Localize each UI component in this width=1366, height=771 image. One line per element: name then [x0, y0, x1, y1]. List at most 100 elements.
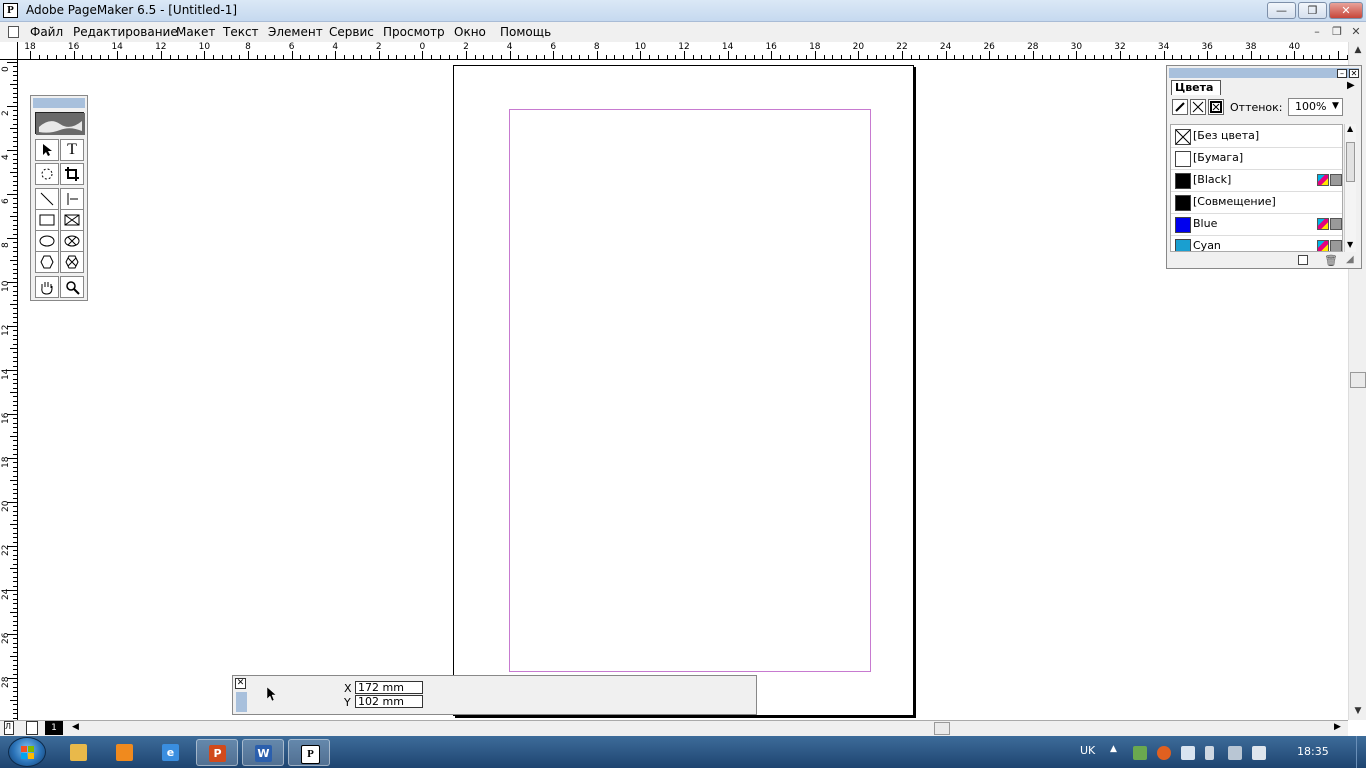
- new-color-icon[interactable]: [1298, 255, 1308, 265]
- master-page-left-icon[interactable]: Л: [4, 721, 14, 735]
- wifi-signal-icon[interactable]: [1228, 746, 1242, 760]
- action-center-flag-icon[interactable]: [1181, 746, 1195, 760]
- page-1-icon[interactable]: 1: [45, 721, 63, 735]
- taskbar-media-player-button[interactable]: [104, 739, 146, 766]
- polygon-tool-icon[interactable]: [35, 251, 59, 273]
- ruler-tick: [335, 51, 337, 59]
- scroll-left-arrow[interactable]: ◀: [72, 722, 79, 732]
- show-desktop-button[interactable]: [1356, 736, 1366, 768]
- maximize-button[interactable]: ❐: [1298, 2, 1327, 19]
- vertical-ruler[interactable]: 0 2 4 6 8 10 12 14 16 18 20 22 24 26 28: [0, 60, 18, 720]
- scroll-down-arrow[interactable]: ▼: [1349, 703, 1366, 719]
- colors-tab[interactable]: Цвета: [1171, 80, 1221, 95]
- horizontal-ruler[interactable]: 18 16 14 12 10 8 6 4 2 0 2 4 6 8 10 12 14 16 18 20 22 24 26 28 3…: [18, 42, 1348, 60]
- y-coordinate-field[interactable]: 102 mm: [355, 695, 423, 708]
- menu-type[interactable]: Текст: [223, 25, 259, 39]
- ruler-tick: [945, 51, 947, 59]
- close-button[interactable]: ✕: [1329, 2, 1363, 19]
- minimize-button[interactable]: —: [1267, 2, 1296, 19]
- start-button[interactable]: [8, 737, 46, 767]
- document-page[interactable]: [453, 65, 914, 716]
- language-indicator[interactable]: UK: [1080, 744, 1095, 757]
- network-status-icon[interactable]: [1133, 746, 1147, 760]
- horizontal-scrollbar[interactable]: ◀ ▶: [68, 721, 1348, 736]
- control-palette-grip[interactable]: [236, 692, 247, 712]
- ruler-tick: [823, 55, 825, 59]
- menu-file[interactable]: Файл: [30, 25, 63, 39]
- polygon-frame-tool-icon[interactable]: [60, 251, 84, 273]
- rectangle-tool-icon[interactable]: [35, 209, 59, 231]
- color-list-item[interactable]: Cyan: [1171, 235, 1342, 251]
- volume-icon[interactable]: [1252, 746, 1266, 760]
- document-close-button[interactable]: ✕: [1349, 25, 1363, 39]
- rotate-tool-icon[interactable]: [35, 163, 59, 185]
- resize-grip-icon[interactable]: ◢: [1346, 254, 1354, 265]
- ellipse-frame-tool-icon[interactable]: [60, 230, 84, 252]
- palette-minimize-button[interactable]: –: [1337, 69, 1347, 78]
- ellipse-tool-icon[interactable]: [35, 230, 59, 252]
- palette-close-button[interactable]: ✕: [1349, 69, 1359, 78]
- colors-list-scrollbar[interactable]: ▲ ▼: [1344, 124, 1356, 252]
- menu-element[interactable]: Элемент: [268, 25, 323, 39]
- taskbar-powerpoint-button[interactable]: P: [196, 739, 238, 766]
- scroll-down-arrow[interactable]: ▼: [1347, 240, 1353, 249]
- palette-menu-arrow-icon[interactable]: ▶: [1347, 80, 1355, 91]
- color-list-item[interactable]: Blue: [1171, 213, 1342, 236]
- taskbar-internet-explorer-button[interactable]: e: [150, 739, 192, 766]
- ruler-tick: [1259, 55, 1261, 59]
- rectangle-frame-tool-icon[interactable]: [60, 209, 84, 231]
- tint-select[interactable]: 100% ▼: [1288, 98, 1343, 116]
- menu-layout[interactable]: Макет: [176, 25, 215, 39]
- x-coordinate-field[interactable]: 172 mm: [355, 681, 423, 694]
- ruler-tick: [745, 55, 747, 59]
- battery-icon[interactable]: [1205, 746, 1214, 760]
- text-tool-icon[interactable]: T: [60, 139, 84, 161]
- chevron-down-icon[interactable]: ▼: [1329, 98, 1342, 114]
- fill-and-stroke-icon[interactable]: [1208, 99, 1224, 115]
- stroke-fill-pencil-icon[interactable]: [1172, 99, 1188, 115]
- control-palette-close-button[interactable]: ✕: [235, 678, 246, 689]
- color-list-item[interactable]: [Без цвета]: [1171, 125, 1342, 148]
- control-palette: ✕ X 172 mm Y 102 mm: [232, 675, 757, 715]
- system-clock[interactable]: 18:35: [1297, 745, 1329, 758]
- ruler-tick: [1163, 51, 1165, 59]
- taskbar-word-button[interactable]: W: [242, 739, 284, 766]
- menu-utilities[interactable]: Сервис: [329, 25, 374, 39]
- scroll-up-arrow[interactable]: ▲: [1347, 124, 1353, 133]
- color-list-item[interactable]: [Бумага]: [1171, 147, 1342, 170]
- document-restore-button[interactable]: ❐: [1330, 25, 1344, 39]
- ruler-tick: [413, 55, 415, 59]
- colors-scroll-thumb[interactable]: [1346, 142, 1355, 182]
- ruler-tick: [13, 97, 17, 99]
- colors-list[interactable]: [Без цвета] [Бумага] [Black] [Совмещение] Bl…: [1170, 124, 1343, 252]
- color-list-item[interactable]: [Black]: [1171, 169, 1342, 192]
- taskbar-explorer-button[interactable]: [58, 739, 100, 766]
- hand-tool-icon[interactable]: [35, 276, 59, 298]
- horizontal-scroll-thumb[interactable]: [934, 722, 950, 735]
- show-hidden-icons[interactable]: ▲: [1110, 744, 1117, 754]
- line-tool-icon[interactable]: [35, 188, 59, 210]
- scroll-right-arrow[interactable]: ▶: [1334, 722, 1341, 732]
- browser-tray-icon[interactable]: [1157, 746, 1171, 760]
- menu-edit[interactable]: Редактирование: [73, 25, 178, 39]
- taskbar-pagemaker-button[interactable]: P: [288, 739, 330, 766]
- color-list-item[interactable]: [Совмещение]: [1171, 191, 1342, 214]
- menu-view[interactable]: Просмотр: [383, 25, 445, 39]
- vertical-scroll-thumb[interactable]: [1350, 372, 1366, 388]
- menu-window[interactable]: Окно: [454, 25, 486, 39]
- document-icon[interactable]: [8, 26, 19, 38]
- pointer-tool-icon[interactable]: [35, 139, 59, 161]
- toolbox-title-bar[interactable]: [33, 98, 85, 108]
- menu-help[interactable]: Помощь: [500, 25, 551, 39]
- ruler-origin[interactable]: [0, 42, 18, 60]
- crop-tool-icon[interactable]: [60, 163, 84, 185]
- pagemaker-app-icon[interactable]: P: [3, 3, 18, 18]
- master-page-right-icon[interactable]: [26, 721, 38, 735]
- document-minimize-button[interactable]: –: [1310, 25, 1324, 39]
- constrained-line-tool-icon[interactable]: [60, 188, 84, 210]
- trash-icon[interactable]: 🗑: [1324, 254, 1338, 267]
- zoom-tool-icon[interactable]: [60, 276, 84, 298]
- colors-palette-title-bar[interactable]: – ✕: [1169, 68, 1359, 78]
- scroll-up-arrow[interactable]: ▲: [1349, 42, 1366, 58]
- fill-none-icon[interactable]: [1190, 99, 1206, 115]
